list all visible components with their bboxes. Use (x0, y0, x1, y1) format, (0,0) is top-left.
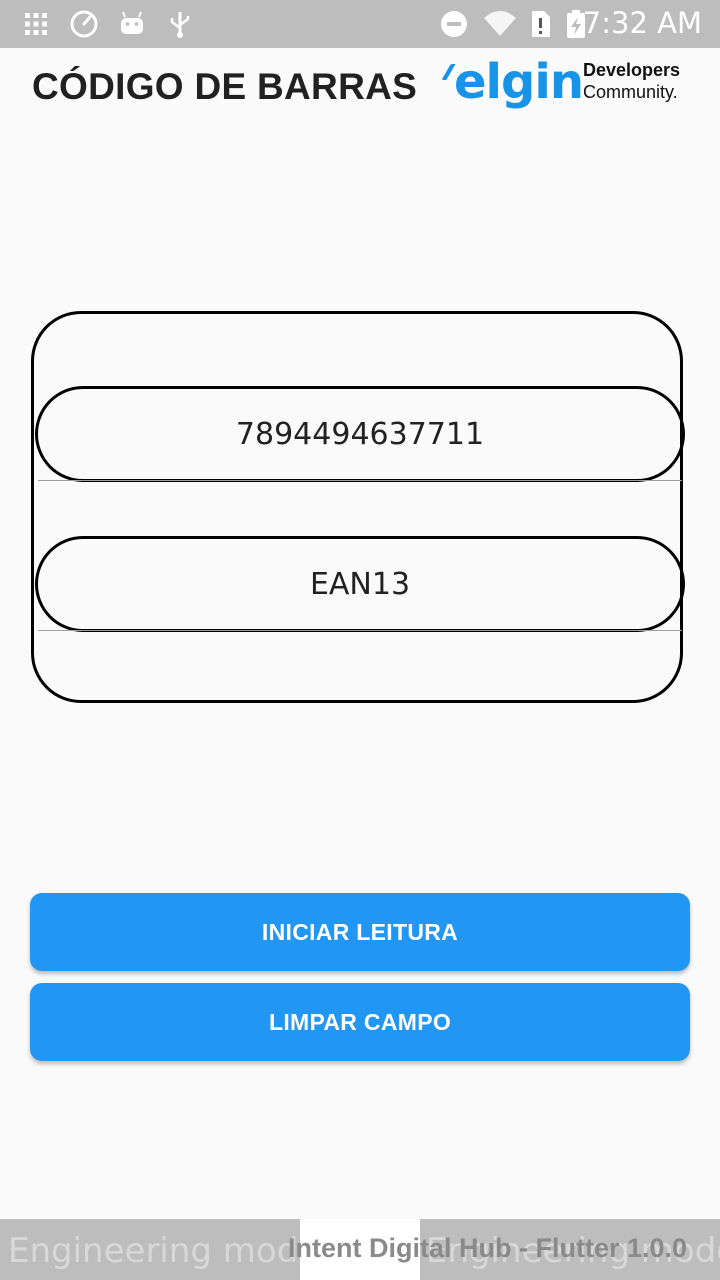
status-time: 7:32 AM (582, 6, 702, 40)
logo-line1: Developers (583, 60, 681, 80)
field-underline (38, 480, 682, 481)
engineering-mode-watermark-left: Engineering mode (0, 1219, 300, 1280)
clear-field-button[interactable]: LIMPAR CAMPO (30, 983, 690, 1061)
bottom-bar: Engineering mode Engineering mode Intent… (0, 1219, 720, 1280)
android-icon (121, 11, 143, 34)
barcode-value-field[interactable]: 7894494637711 (35, 386, 685, 482)
wifi-icon (484, 11, 516, 36)
app-version-label: Intent Digital Hub - Flutter 1.0.0 (288, 1233, 688, 1263)
status-bar: 7:32 AM (0, 0, 720, 48)
barcode-form-container (31, 311, 683, 703)
apps-grid-icon (25, 13, 47, 35)
page-title: CÓDIGO DE BARRAS (32, 66, 418, 107)
sim-alert-icon (532, 11, 550, 37)
barcode-type-field-wrap: EAN13 (35, 536, 685, 632)
speedometer-icon (70, 10, 98, 38)
do-not-disturb-icon (441, 11, 467, 37)
start-reading-button[interactable]: INICIAR LEITURA (30, 893, 690, 971)
barcode-value-field-wrap: 7894494637711 (35, 386, 685, 482)
usb-icon (170, 12, 190, 38)
barcode-type-field[interactable]: EAN13 (35, 536, 685, 632)
field-underline (38, 630, 682, 631)
logo-brand: elgin (454, 54, 584, 110)
logo-line2: Community. (583, 82, 678, 102)
elgin-developers-logo: elgin Developers Community. (441, 54, 694, 118)
